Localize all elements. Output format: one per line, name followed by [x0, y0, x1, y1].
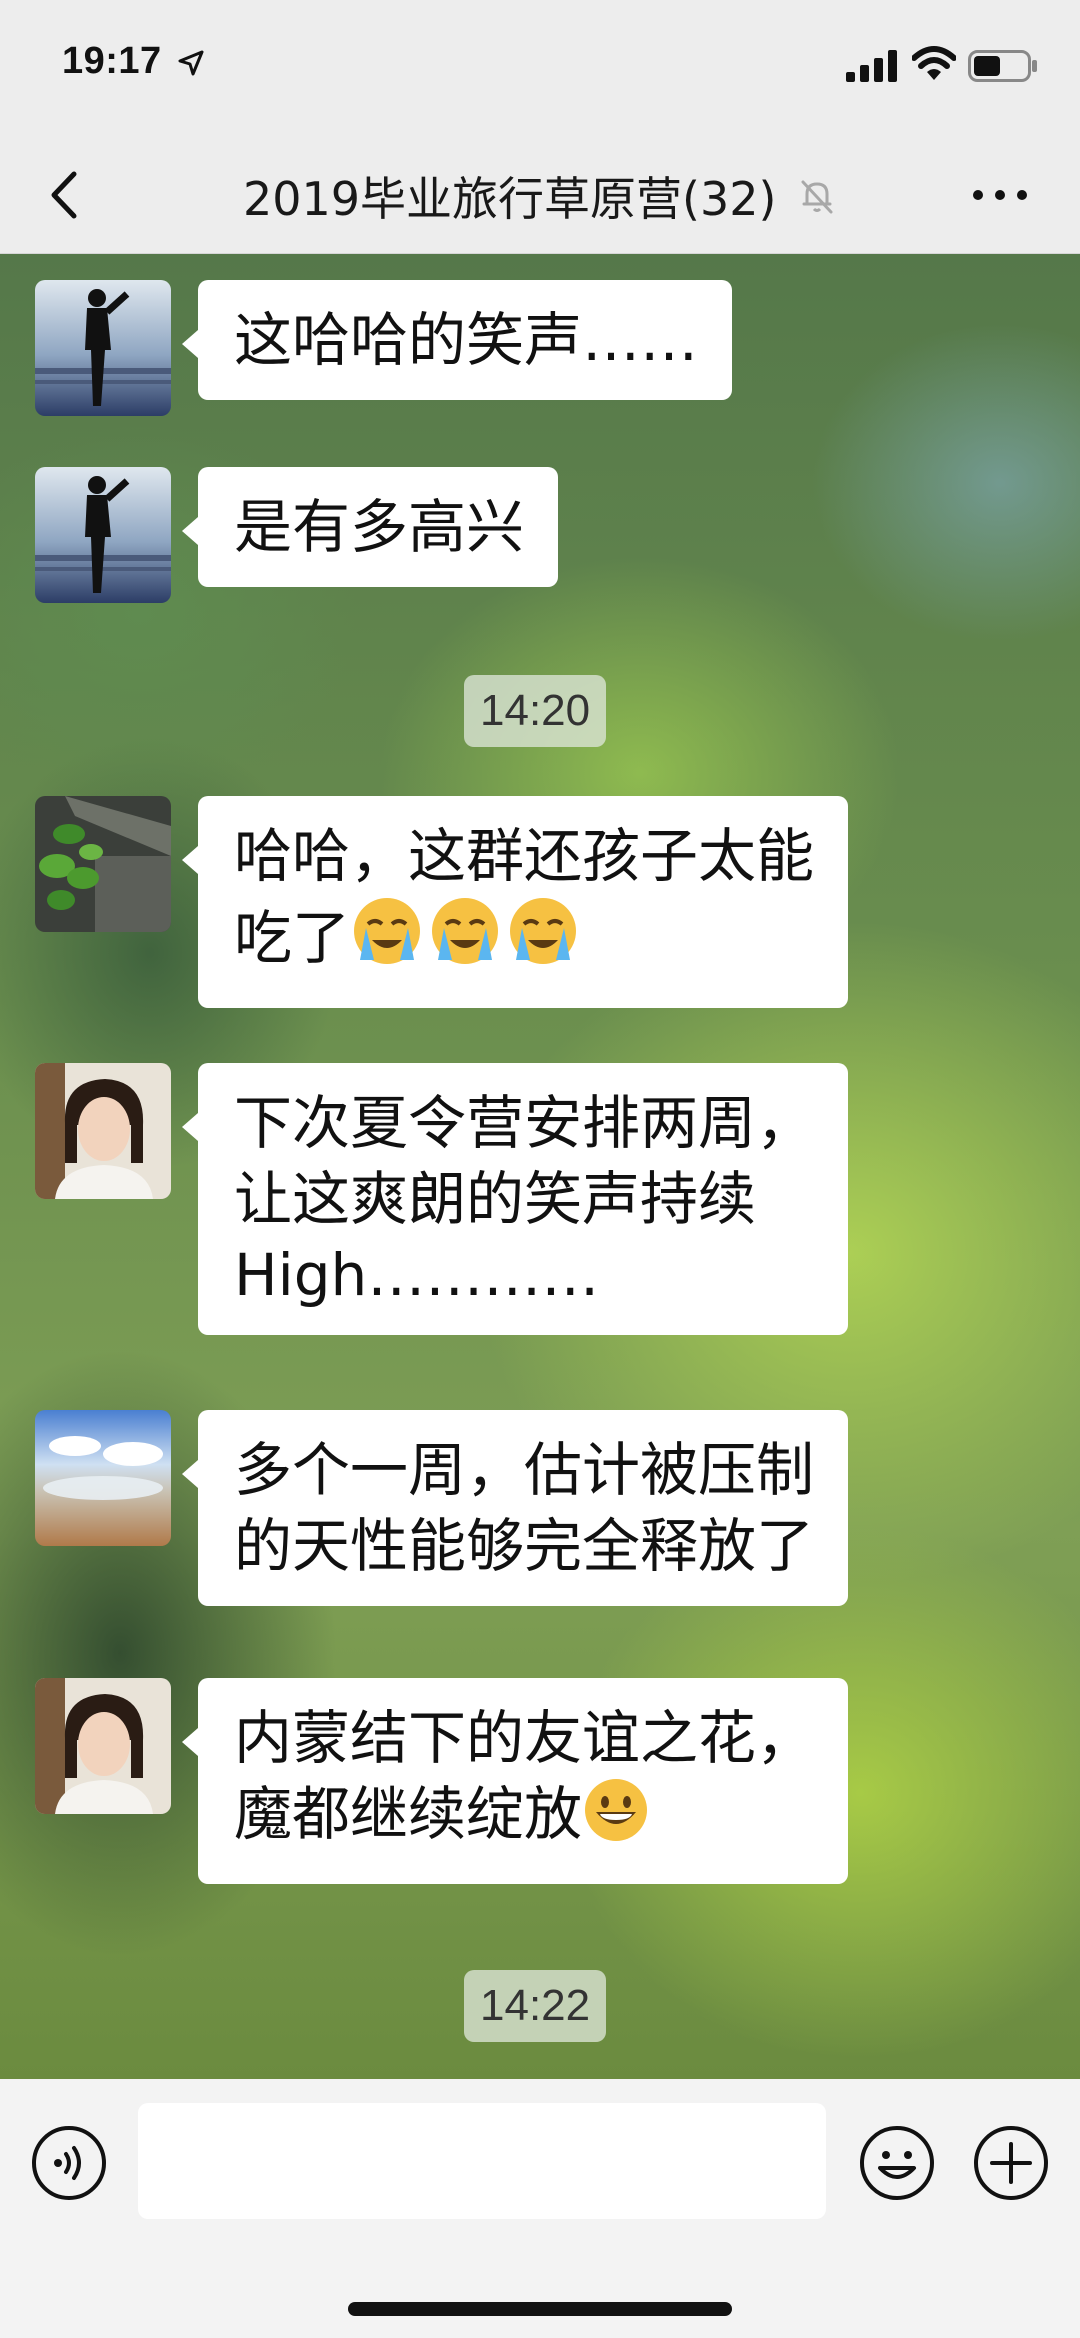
message-bubble[interactable]: 哈哈，这群还孩子太能 吃了: [181, 796, 849, 1008]
time-divider: 14:20: [464, 675, 607, 747]
battery-icon: [968, 50, 1037, 82]
emoji-button[interactable]: [858, 2124, 936, 2202]
status-time: 19:17: [62, 40, 162, 82]
message-bubble[interactable]: 多个一周，估计被压制 的天性能够完全释放了: [181, 1410, 849, 1606]
mute-bell-icon: [801, 180, 833, 214]
wifi-icon: [912, 46, 956, 80]
message-text-line: 吃了: [234, 894, 814, 986]
message-text-line: 下次夏令营安排两周，: [234, 1089, 815, 1157]
message-text-line: 内蒙结下的友谊之花，: [234, 1704, 815, 1772]
more-options-button[interactable]: [968, 175, 1032, 215]
message-text: 这哈哈的笑声……: [234, 306, 699, 374]
status-bar: 19:17: [0, 0, 1080, 135]
message-bubble[interactable]: 这哈哈的笑声……: [181, 280, 733, 400]
cellular-signal-icon: [846, 50, 897, 82]
voice-input-button[interactable]: [30, 2124, 108, 2202]
time-divider: 14:22: [464, 1970, 607, 2042]
message-text-line: High…………: [234, 1241, 600, 1309]
avatar-landscape[interactable]: [35, 1410, 171, 1546]
chat-title: 2019毕业旅行草原营(32): [0, 163, 1080, 229]
loudly-crying-face-icon: [350, 894, 424, 986]
message-text-line: 魔都继续绽放: [234, 1776, 814, 1862]
message-bubble[interactable]: 内蒙结下的友谊之花， 魔都继续绽放: [181, 1678, 849, 1884]
avatar-woman[interactable]: [35, 1678, 171, 1814]
location-arrow-icon: [178, 50, 204, 76]
chat-header: 2019毕业旅行草原营(32): [0, 135, 1080, 254]
message-text: 是有多高兴: [234, 493, 525, 561]
input-bar: [0, 2079, 1080, 2338]
more-features-plus-button[interactable]: [972, 2124, 1050, 2202]
message-text-line: 的天性能够完全释放了: [234, 1512, 815, 1580]
loudly-crying-face-icon: [506, 894, 580, 986]
message-text-line: 多个一周，估计被压制: [234, 1436, 815, 1504]
avatar-plant[interactable]: [35, 796, 171, 932]
message-bubble[interactable]: 是有多高兴: [181, 467, 559, 587]
message-text-line: 哈哈，这群还孩子太能: [234, 822, 815, 890]
message-list[interactable]: 这哈哈的笑声…… 是有多高兴 14:20 哈哈，这群还孩子太能 吃了 下次夏令营…: [0, 253, 1080, 2079]
grinning-face-icon: [582, 1776, 650, 1862]
avatar-man-silhouette[interactable]: [35, 467, 171, 603]
message-text: 吃了: [234, 904, 351, 972]
loudly-crying-face-icon: [428, 894, 502, 986]
message-text: 魔都继续绽放: [234, 1780, 583, 1848]
avatar-woman[interactable]: [35, 1063, 171, 1199]
message-text-line: 让这爽朗的笑声持续: [234, 1165, 757, 1233]
message-input[interactable]: [138, 2103, 826, 2219]
message-bubble[interactable]: 下次夏令营安排两周， 让这爽朗的笑声持续 High…………: [181, 1063, 849, 1335]
avatar-man-silhouette[interactable]: [35, 280, 171, 416]
chat-title-text: 2019毕业旅行草原营(32): [242, 172, 777, 226]
home-indicator[interactable]: [348, 2302, 732, 2316]
